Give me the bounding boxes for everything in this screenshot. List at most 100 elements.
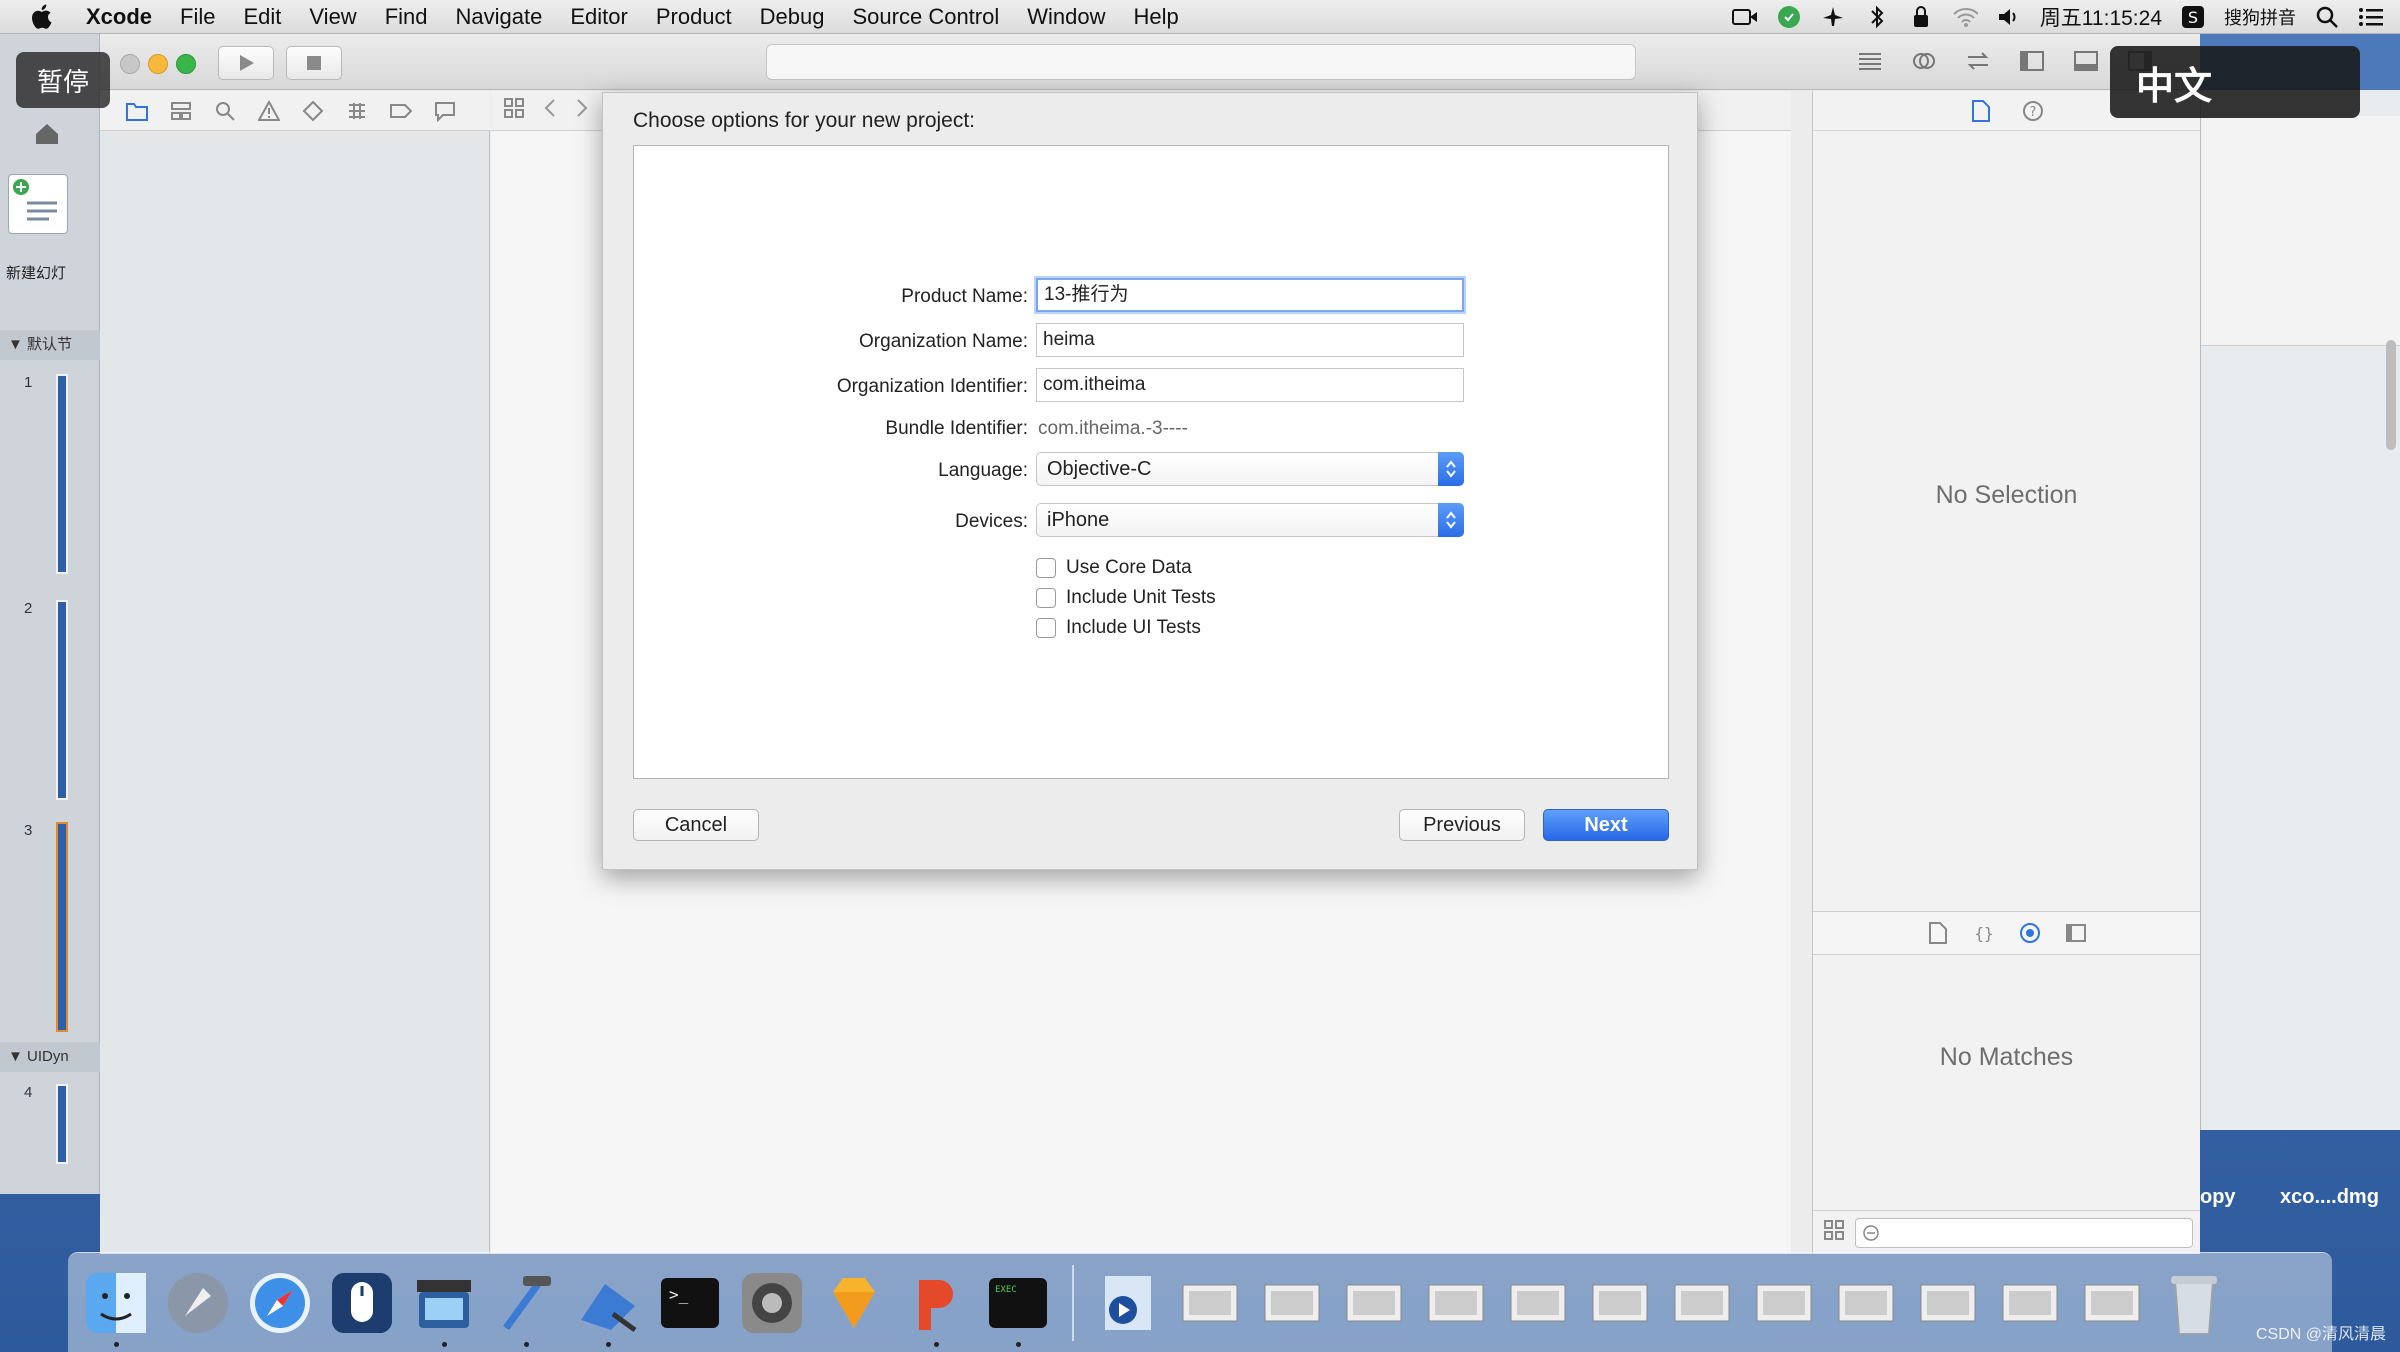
menu-navigate[interactable]: Navigate: [442, 0, 557, 34]
menubar-clock[interactable]: 周五11:15:24: [2040, 2, 2162, 32]
language-popup[interactable]: Objective-C: [1036, 452, 1464, 486]
run-button[interactable]: [218, 46, 274, 80]
library-filter-field[interactable]: [1855, 1217, 2193, 1248]
home-icon[interactable]: [30, 116, 64, 150]
sogou-input-icon[interactable]: S: [2180, 4, 2206, 30]
include-unit-tests-option[interactable]: Include Unit Tests: [1036, 587, 1216, 609]
video-document-dock-icon[interactable]: [1092, 1263, 1164, 1343]
breakpoint-navigator-icon[interactable]: [386, 96, 416, 126]
include-ui-tests-option[interactable]: Include UI Tests: [1036, 617, 1201, 639]
toggle-navigator-icon[interactable]: [2012, 44, 2052, 78]
desktop-file-label[interactable]: opy: [2200, 1186, 2236, 1209]
xcode-dock-icon[interactable]: [490, 1263, 562, 1347]
wifi-icon[interactable]: [1952, 4, 1978, 30]
section-default[interactable]: ▼ 默认节: [0, 330, 100, 360]
lock-icon[interactable]: [1908, 4, 1934, 30]
menu-find[interactable]: Find: [371, 0, 442, 34]
forward-chevron-icon[interactable]: [575, 97, 589, 124]
slide-thumbnail[interactable]: [56, 1084, 68, 1164]
organization-name-field[interactable]: heima: [1036, 323, 1464, 357]
file-inspector-icon[interactable]: [1968, 98, 1994, 124]
window-minimize-button[interactable]: [148, 54, 168, 74]
mouse-app-dock-icon[interactable]: [326, 1263, 398, 1343]
organization-identifier-field[interactable]: com.itheima: [1036, 368, 1464, 402]
volume-icon[interactable]: [1996, 4, 2022, 30]
green-status-icon[interactable]: [1776, 4, 1802, 30]
report-navigator-icon[interactable]: [430, 96, 460, 126]
toggle-debug-area-icon[interactable]: [2066, 44, 2106, 78]
safari-dock-icon[interactable]: [244, 1263, 316, 1343]
menu-edit[interactable]: Edit: [229, 0, 295, 34]
input-method-label[interactable]: 搜狗拼音: [2224, 4, 2296, 30]
screenshot-stack-icon[interactable]: [1666, 1263, 1738, 1343]
window-zoom-button[interactable]: [176, 54, 196, 74]
find-navigator-icon[interactable]: [210, 96, 240, 126]
symbol-navigator-icon[interactable]: [166, 96, 196, 126]
window-close-button[interactable]: [120, 54, 140, 74]
menu-source-control[interactable]: Source Control: [839, 0, 1014, 34]
menu-help[interactable]: Help: [1120, 0, 1193, 34]
project-navigator-icon[interactable]: [122, 96, 152, 126]
new-slide-button[interactable]: [8, 174, 68, 234]
menu-file[interactable]: File: [166, 0, 229, 34]
slide-thumbnail[interactable]: [56, 600, 68, 800]
desktop-dmg-label[interactable]: xco....dmg: [2280, 1186, 2379, 1209]
cancel-button[interactable]: Cancel: [633, 809, 759, 841]
back-chevron-icon[interactable]: [543, 97, 557, 124]
screenshot-stack-icon[interactable]: [1256, 1263, 1328, 1343]
menu-debug[interactable]: Debug: [746, 0, 839, 34]
use-core-data-option[interactable]: Use Core Data: [1036, 557, 1192, 579]
file-template-library-icon[interactable]: [1925, 920, 1951, 946]
sketch-dock-icon[interactable]: [818, 1263, 890, 1343]
movie-app-dock-icon[interactable]: [408, 1263, 480, 1347]
related-items-icon[interactable]: [503, 97, 525, 124]
screen-record-icon[interactable]: [1731, 4, 1758, 30]
slide-thumbnail-selected[interactable]: [56, 822, 68, 1032]
instruments-dock-icon[interactable]: [572, 1263, 644, 1347]
menu-window[interactable]: Window: [1013, 0, 1119, 34]
screenshot-stack-icon[interactable]: [1338, 1263, 1410, 1343]
section-uidyn[interactable]: ▼ UIDyn: [0, 1042, 100, 1072]
use-core-data-checkbox[interactable]: [1036, 558, 1056, 578]
trash-dock-icon[interactable]: [2158, 1263, 2230, 1343]
pause-overlay-badge[interactable]: 暂停: [16, 52, 110, 108]
stop-button[interactable]: [286, 46, 342, 80]
screenshot-stack-icon[interactable]: [1830, 1263, 1902, 1343]
finder-dock-icon[interactable]: [80, 1263, 152, 1347]
version-editor-icon[interactable]: [1958, 44, 1998, 78]
next-button[interactable]: Next: [1543, 809, 1669, 841]
notification-center-icon[interactable]: [2358, 4, 2384, 30]
menu-product[interactable]: Product: [642, 0, 746, 34]
include-ui-tests-checkbox[interactable]: [1036, 618, 1056, 638]
issue-navigator-icon[interactable]: [254, 96, 284, 126]
quick-help-icon[interactable]: ?: [2020, 98, 2046, 124]
scrollbar[interactable]: [2386, 340, 2396, 450]
screenshot-stack-icon[interactable]: [1748, 1263, 1820, 1343]
code-snippet-library-icon[interactable]: {}: [1971, 920, 1997, 946]
airplane-icon[interactable]: [1820, 4, 1846, 30]
test-navigator-icon[interactable]: [298, 96, 328, 126]
slide-thumbnail[interactable]: [56, 374, 68, 574]
bluetooth-icon[interactable]: [1864, 4, 1890, 30]
previous-button[interactable]: Previous: [1399, 809, 1525, 841]
assistant-editor-icon[interactable]: [1904, 44, 1944, 78]
screenshot-stack-icon[interactable]: [1502, 1263, 1574, 1343]
launchpad-dock-icon[interactable]: [162, 1263, 234, 1343]
screenshot-stack-icon[interactable]: [1174, 1263, 1246, 1343]
menu-editor[interactable]: Editor: [556, 0, 641, 34]
screenshot-stack-icon[interactable]: [1912, 1263, 1984, 1343]
apple-menu-icon[interactable]: [26, 0, 60, 34]
screenshot-stack-icon[interactable]: [1994, 1263, 2066, 1343]
system-preferences-dock-icon[interactable]: [736, 1263, 808, 1343]
menu-view[interactable]: View: [295, 0, 370, 34]
media-library-icon[interactable]: [2063, 920, 2089, 946]
devices-popup[interactable]: iPhone: [1036, 503, 1464, 537]
screenshot-stack-icon[interactable]: [2076, 1263, 2148, 1343]
debug-navigator-icon[interactable]: [342, 96, 372, 126]
standard-editor-icon[interactable]: [1850, 44, 1890, 78]
grid-view-icon[interactable]: [1823, 1219, 1845, 1246]
screenshot-stack-icon[interactable]: [1420, 1263, 1492, 1343]
spotlight-search-icon[interactable]: [2314, 4, 2340, 30]
include-unit-tests-checkbox[interactable]: [1036, 588, 1056, 608]
product-name-field[interactable]: 13-推行为: [1036, 278, 1464, 312]
